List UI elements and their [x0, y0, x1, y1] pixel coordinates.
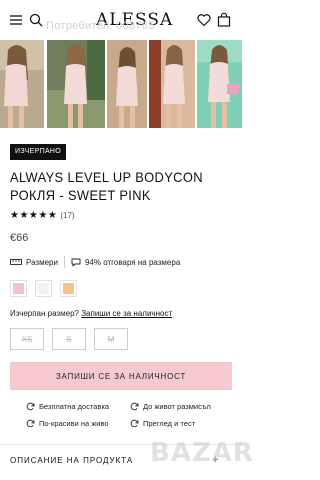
- swatch-white[interactable]: [35, 280, 52, 297]
- swatch-peach[interactable]: [60, 280, 77, 297]
- heart-icon[interactable]: [196, 12, 212, 28]
- product-gallery[interactable]: [0, 40, 242, 130]
- product-photo-5[interactable]: [197, 40, 242, 128]
- fit-percentage: 94% отговаря на размера: [84, 257, 181, 267]
- feature-free-shipping: Безплатна доставка: [26, 402, 109, 411]
- site-header: ALESSA Потребител: 008765: [0, 0, 242, 40]
- notify-link[interactable]: Запиши се за наличност: [81, 309, 172, 318]
- feature-lifetime-return: До живот размисъл: [130, 402, 211, 411]
- feature-label: Преглед и тест: [143, 419, 196, 428]
- bazar-watermark: BAZAR: [150, 438, 254, 468]
- feature-prettier-live: По-красиви на живо: [26, 419, 109, 428]
- rating-stars: ★★★★★: [10, 210, 58, 221]
- ruler-icon: [10, 259, 22, 265]
- product-photo-4[interactable]: [149, 40, 195, 128]
- out-of-stock-row: Изчерпан размер? Запиши се за наличност: [10, 309, 172, 318]
- swatch-pink[interactable]: [10, 280, 27, 297]
- refresh-icon: [26, 402, 35, 411]
- sold-out-badge: ИЗЧЕРПАНО: [10, 144, 67, 160]
- refresh-icon: [130, 402, 139, 411]
- size-selector: XS S M: [10, 328, 128, 350]
- feature-label: По-красиви на живо: [39, 419, 109, 428]
- comment-icon: [71, 258, 81, 266]
- color-swatches: [10, 280, 77, 297]
- product-title: ALWAYS LEVEL UP BODYCON РОКЛЯ - SWEET PI…: [10, 169, 203, 203]
- out-of-stock-text: Изчерпан размер?: [10, 309, 79, 318]
- feature-review-test: Преглед и тест: [130, 419, 195, 428]
- menu-icon[interactable]: [8, 12, 24, 28]
- size-info-row: Размери 94% отговаря на размера: [10, 256, 180, 268]
- product-rating[interactable]: ★★★★★ (17): [10, 210, 75, 221]
- size-xs[interactable]: XS: [10, 328, 44, 350]
- product-photo-2[interactable]: [47, 40, 105, 128]
- product-photo-3[interactable]: [107, 40, 147, 128]
- size-s[interactable]: S: [52, 328, 86, 350]
- bag-icon[interactable]: [216, 12, 232, 28]
- size-m[interactable]: M: [94, 328, 128, 350]
- product-photo-1[interactable]: [0, 40, 44, 128]
- feature-label: Безплатна доставка: [39, 402, 110, 411]
- search-icon[interactable]: [28, 12, 44, 28]
- product-price: €66: [10, 232, 29, 244]
- refresh-icon: [26, 419, 35, 428]
- user-watermark: Потребител: 008765: [46, 20, 155, 32]
- refresh-icon: [130, 419, 139, 428]
- product-description-toggle[interactable]: ОПИСАНИЕ НА ПРОДУКТА: [10, 456, 133, 465]
- divider: [63, 256, 65, 268]
- sizes-link[interactable]: Размери: [26, 258, 58, 267]
- review-count[interactable]: (17): [60, 211, 74, 220]
- feature-label: До живот размисъл: [143, 402, 211, 411]
- notify-availability-button[interactable]: ЗАПИШИ СЕ ЗА НАЛИЧНОСТ: [10, 362, 232, 390]
